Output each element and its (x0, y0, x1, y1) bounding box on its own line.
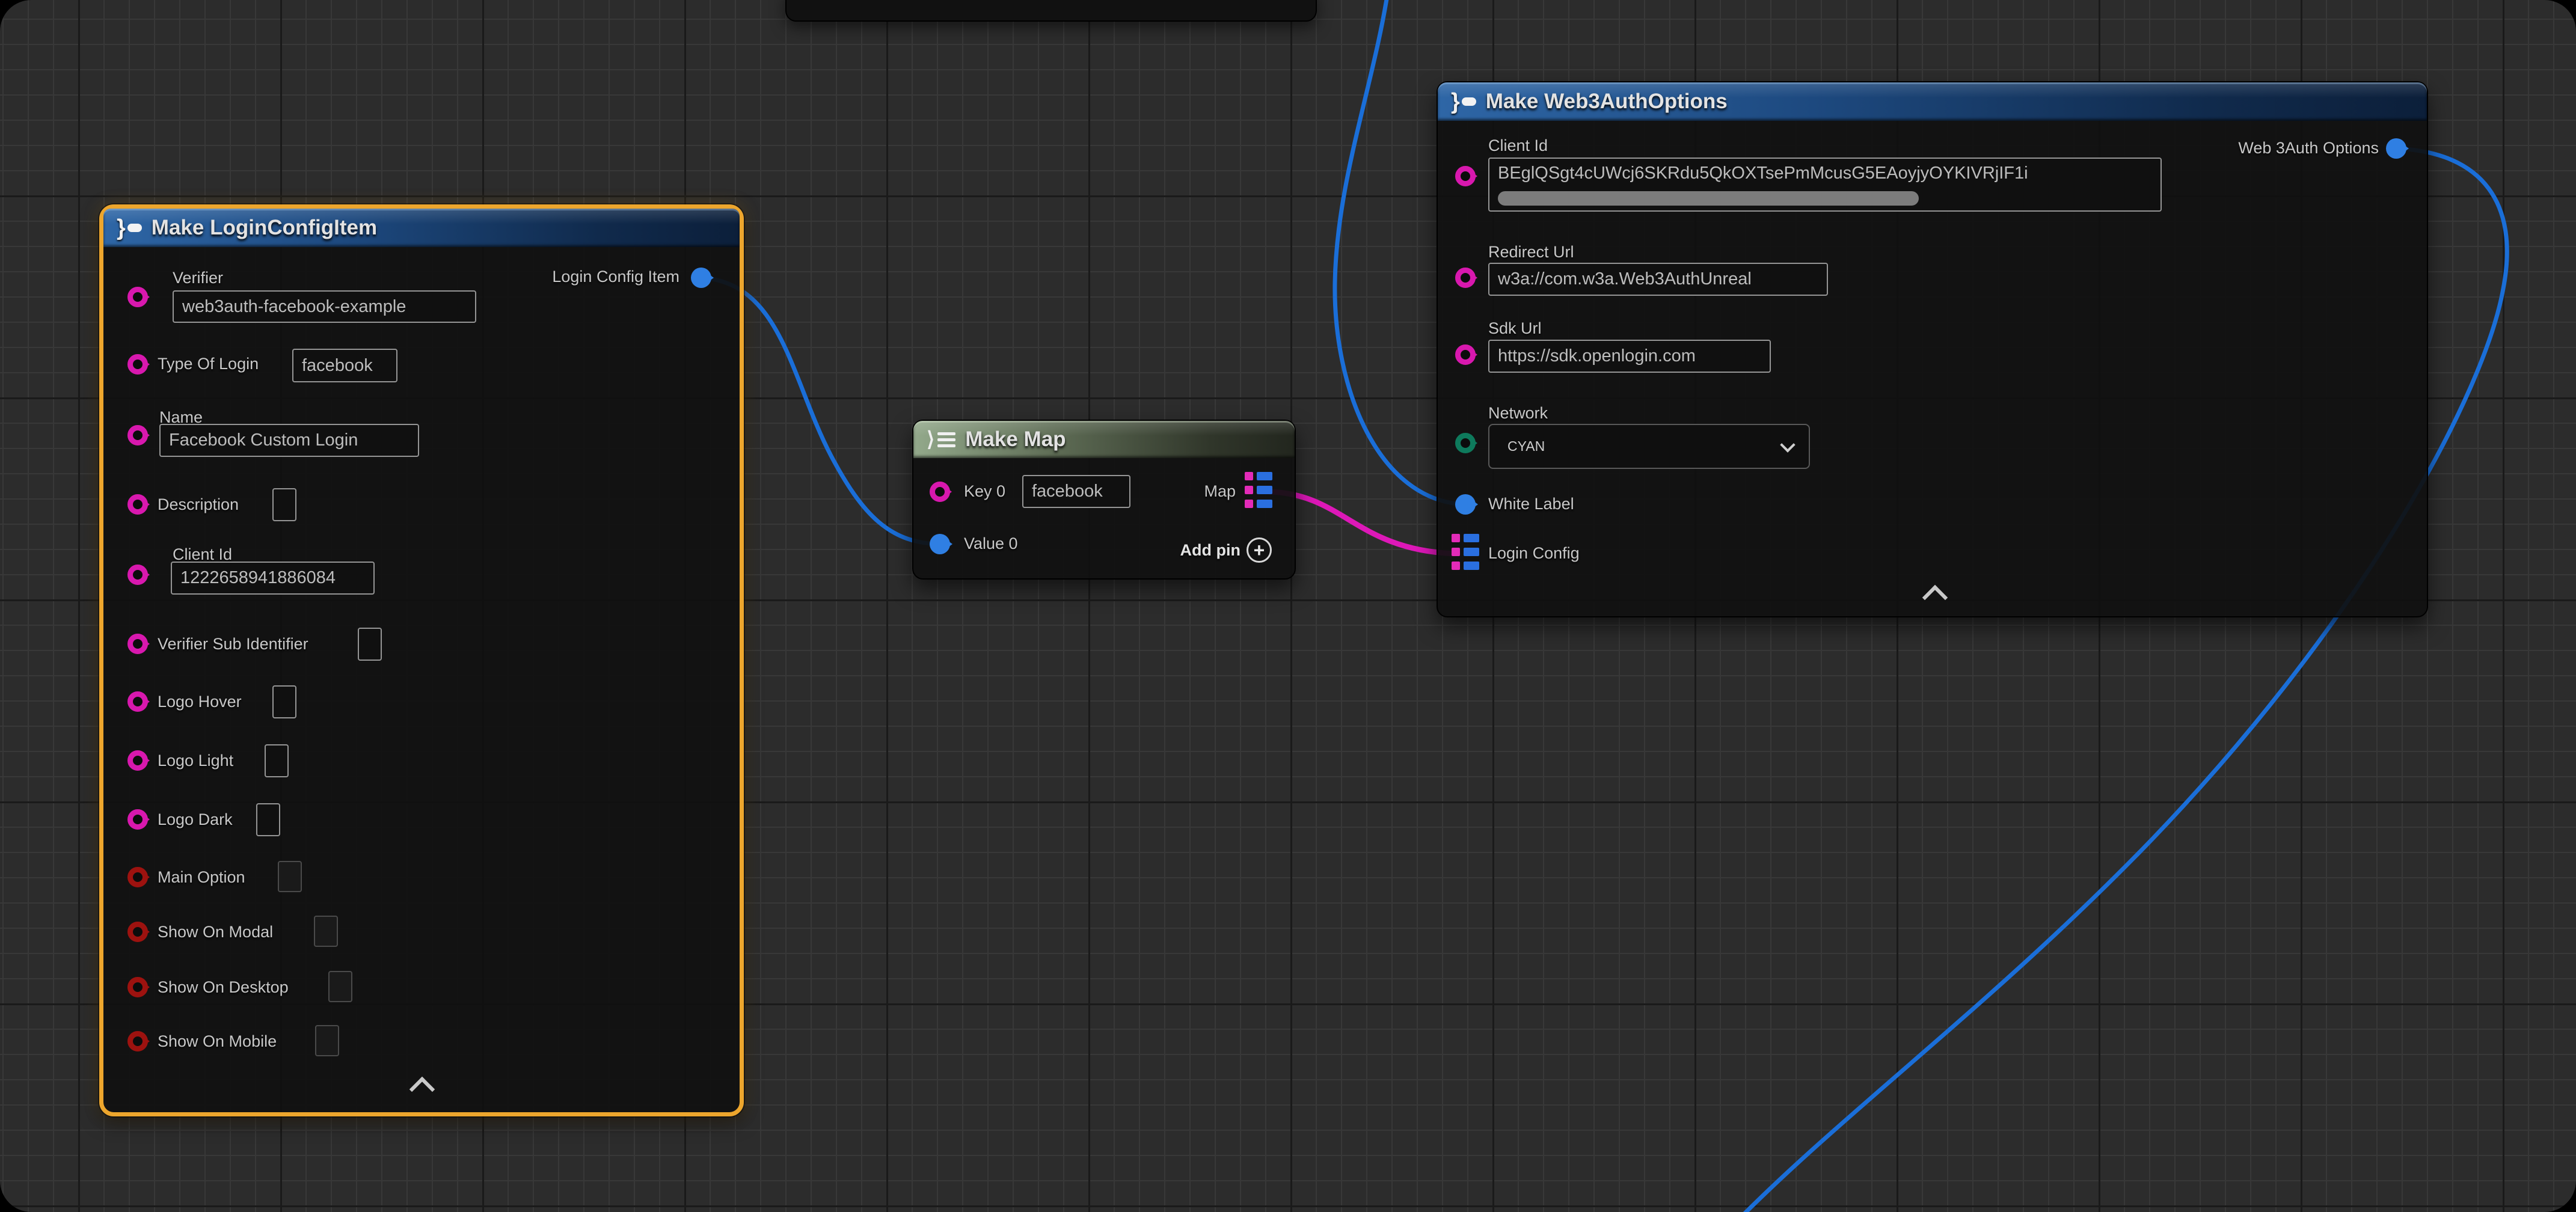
redirect-url-pin[interactable] (1455, 268, 1476, 288)
verifier-sub-identifier-input[interactable] (358, 628, 382, 661)
client-id-input[interactable]: BEglQSgt4cUWcj6SKRdu5QkOXTsePmMcusG5EAoy… (1488, 158, 2162, 212)
show-on-desktop-label: Show On Desktop (158, 978, 289, 997)
client-id-scrollbar[interactable] (1498, 191, 1919, 206)
verifier-pin[interactable] (127, 287, 148, 307)
logo-dark-pin[interactable] (127, 809, 148, 830)
make-map-icon: ⟩ (927, 429, 955, 450)
type-of-login-label: Type Of Login (158, 355, 259, 373)
show-on-modal-pin[interactable] (127, 922, 148, 942)
main-option-label: Main Option (158, 868, 245, 887)
value0-pin[interactable] (930, 534, 950, 554)
map-output-label: Map (1204, 482, 1236, 501)
network-label: Network (1488, 404, 1548, 423)
collapse-node-caret[interactable] (1922, 585, 1948, 610)
sdk-url-input[interactable]: https://sdk.openlogin.com (1488, 340, 1771, 373)
name-pin[interactable] (127, 425, 148, 445)
node-make-map[interactable]: ⟩ Make Map Key 0 facebook Map Value 0 Ad… (912, 420, 1296, 580)
sdk-url-label: Sdk Url (1488, 319, 1542, 338)
chevron-down-icon (1780, 437, 1795, 452)
blueprint-graph-canvas[interactable]: } Make LoginConfigItem Login Config Item… (0, 0, 2576, 1212)
network-dropdown[interactable]: CYAN (1488, 424, 1810, 469)
logo-hover-label: Logo Hover (158, 693, 242, 711)
redirect-url-label: Redirect Url (1488, 243, 1574, 262)
make-struct-icon: } (117, 216, 142, 239)
show-on-desktop-checkbox[interactable] (328, 971, 352, 1002)
node-title: Make Web3AuthOptions (1486, 90, 1728, 114)
verifier-label: Verifier (173, 269, 223, 287)
show-on-mobile-pin[interactable] (127, 1031, 148, 1051)
client-id-pin[interactable] (1455, 166, 1476, 186)
type-of-login-pin[interactable] (127, 354, 148, 375)
network-selected-value: CYAN (1507, 438, 1545, 454)
web3auth-options-output-pin[interactable] (2386, 138, 2406, 159)
map-output-pin[interactable] (1245, 472, 1274, 512)
verifier-input[interactable]: web3auth-facebook-example (173, 290, 476, 323)
add-pin-label: Add pin (1180, 541, 1240, 560)
output-pin-label: Login Config Item (552, 268, 679, 286)
client-id-label: Client Id (1488, 136, 1548, 155)
offscreen-node-bottom-edge[interactable] (785, 0, 1317, 22)
login-config-pin[interactable] (1452, 534, 1480, 574)
description-label: Description (158, 495, 239, 514)
logo-light-input[interactable] (265, 744, 289, 777)
node-title: Make Map (965, 427, 1066, 451)
show-on-modal-label: Show On Modal (158, 923, 273, 941)
login-config-label: Login Config (1488, 544, 1580, 563)
description-pin[interactable] (127, 494, 148, 515)
login-config-item-output-pin[interactable] (691, 268, 711, 288)
show-on-mobile-label: Show On Mobile (158, 1032, 277, 1051)
show-on-modal-checkbox[interactable] (314, 916, 338, 947)
wire-map-to-loginconfig[interactable] (1270, 492, 1455, 554)
show-on-mobile-checkbox[interactable] (315, 1025, 339, 1056)
key0-pin[interactable] (930, 482, 950, 502)
key0-input[interactable]: facebook (1022, 475, 1130, 508)
logo-dark-input[interactable] (256, 803, 280, 836)
verifier-sub-identifier-pin[interactable] (127, 634, 148, 654)
node-title: Make LoginConfigItem (152, 216, 377, 240)
white-label-label: White Label (1488, 495, 1574, 513)
logo-dark-label: Logo Dark (158, 810, 233, 829)
name-input[interactable]: Facebook Custom Login (159, 424, 419, 457)
verifier-sub-identifier-label: Verifier Sub Identifier (158, 635, 308, 653)
white-label-pin[interactable] (1455, 494, 1476, 515)
node-make-loginconfigitem[interactable]: } Make LoginConfigItem Login Config Item… (99, 204, 744, 1116)
node-header[interactable]: } Make Web3AuthOptions (1438, 82, 2427, 121)
logo-light-pin[interactable] (127, 750, 148, 771)
value0-label: Value 0 (964, 534, 1018, 553)
client-id-text: BEglQSgt4cUWcj6SKRdu5QkOXTsePmMcusG5EAoy… (1498, 164, 2028, 183)
client-id-pin[interactable] (127, 565, 148, 585)
network-pin[interactable] (1455, 433, 1476, 453)
make-struct-icon: } (1451, 90, 1476, 113)
main-option-checkbox[interactable] (278, 861, 302, 892)
description-input[interactable] (272, 488, 296, 521)
logo-hover-input[interactable] (272, 685, 296, 718)
node-make-web3authoptions[interactable]: } Make Web3AuthOptions Web 3Auth Options… (1437, 81, 2428, 617)
client-id-input[interactable]: 1222658941886084 (171, 562, 375, 595)
logo-light-label: Logo Light (158, 751, 233, 770)
add-pin-button[interactable]: + (1247, 537, 1272, 563)
key0-label: Key 0 (964, 482, 1005, 501)
type-of-login-input[interactable]: facebook (292, 349, 397, 382)
main-option-pin[interactable] (127, 867, 148, 887)
sdk-url-pin[interactable] (1455, 344, 1476, 365)
show-on-desktop-pin[interactable] (127, 977, 148, 997)
node-header[interactable]: ⟩ Make Map (913, 421, 1295, 458)
redirect-url-input[interactable]: w3a://com.w3a.Web3AuthUnreal (1488, 263, 1828, 296)
node-header[interactable]: } Make LoginConfigItem (103, 209, 740, 247)
output-pin-label: Web 3Auth Options (2238, 139, 2379, 158)
logo-hover-pin[interactable] (127, 691, 148, 712)
collapse-node-caret[interactable] (409, 1077, 435, 1102)
